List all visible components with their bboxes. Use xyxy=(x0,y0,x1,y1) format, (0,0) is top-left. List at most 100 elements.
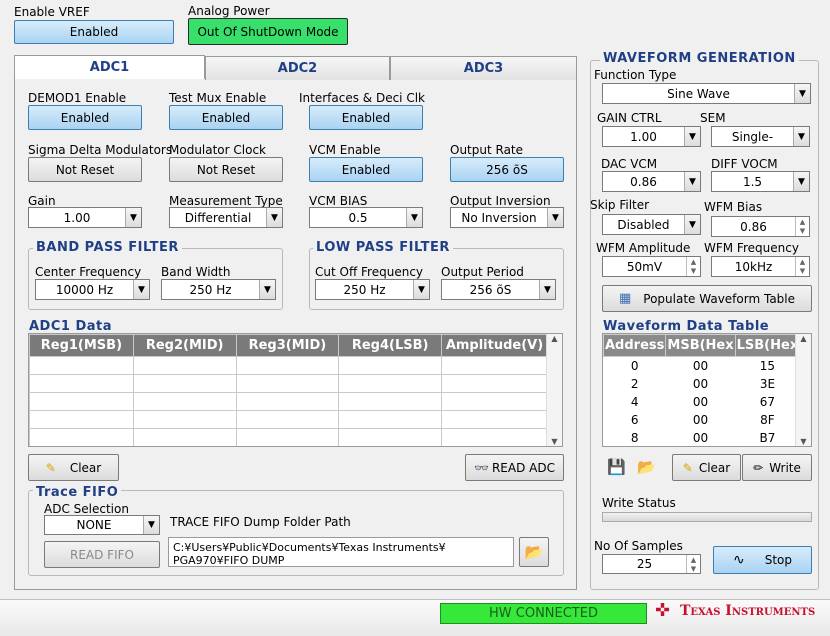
save-icon[interactable]: 💾 xyxy=(607,458,626,476)
diffvocm-label: DIFF VOCM xyxy=(711,157,778,171)
chevron-down-icon[interactable]: ▼ xyxy=(684,127,700,146)
write-button[interactable]: ✏ Write xyxy=(742,454,812,481)
read-adc-button[interactable]: 👓 READ ADC xyxy=(465,454,564,481)
adc-data-scrollbar[interactable]: ▲ ▼ xyxy=(546,334,562,446)
adc-data-grid[interactable]: Reg1(MSB) Reg2(MID) Reg3(MID) Reg4(LSB) … xyxy=(28,333,563,447)
analog-power-button[interactable]: Out Of ShutDown Mode xyxy=(188,18,348,45)
chevron-down-icon[interactable]: ▼ xyxy=(406,208,422,227)
eraser-icon: ✎ xyxy=(682,460,693,475)
vcm-button[interactable]: Enabled xyxy=(309,157,423,182)
table-row[interactable]: 0 00 15 xyxy=(603,356,800,375)
samples-value: 25 xyxy=(636,557,653,571)
col-header[interactable]: Reg1(MSB) xyxy=(29,334,134,357)
scroll-down-icon[interactable]: ▼ xyxy=(551,437,557,446)
chevron-down-icon[interactable]: ▼ xyxy=(793,172,809,191)
spin-down-icon[interactable]: ▼ xyxy=(687,564,700,573)
sem-select[interactable]: Single- ▼ xyxy=(711,126,810,147)
chevron-down-icon[interactable]: ▼ xyxy=(547,208,563,227)
amp-stepper[interactable]: 50mV ▲ ▼ xyxy=(602,256,701,277)
col-header[interactable]: Reg4(LSB) xyxy=(338,334,443,357)
chevron-down-icon[interactable]: ▼ xyxy=(794,84,810,103)
write-status-progress xyxy=(602,512,812,522)
center-freq-select[interactable]: 10000 Hz ▼ xyxy=(35,279,150,300)
read-fifo-button[interactable]: READ FIFO xyxy=(44,541,160,568)
chevron-down-icon[interactable]: ▼ xyxy=(266,208,282,227)
demod-button[interactable]: Enabled xyxy=(28,105,142,130)
wave-data-scrollbar[interactable]: ▲ ▼ xyxy=(795,334,811,446)
outinv-select[interactable]: No Inversion ▼ xyxy=(450,207,564,228)
scroll-down-icon[interactable]: ▼ xyxy=(800,437,806,446)
spin-down-icon[interactable]: ▼ xyxy=(796,267,809,277)
col-header[interactable]: LSB(Hex xyxy=(734,334,801,357)
outinv-value: No Inversion xyxy=(461,210,537,225)
spin-up-icon[interactable]: ▲ xyxy=(796,257,809,267)
table-row[interactable]: 6 00 8F xyxy=(603,410,800,429)
vref-button[interactable]: Enabled xyxy=(14,20,174,44)
vcmbias-select[interactable]: 0.5 ▼ xyxy=(309,207,423,228)
col-header[interactable]: Address xyxy=(603,334,667,357)
chevron-down-icon[interactable]: ▼ xyxy=(684,172,700,191)
chevron-down-icon[interactable]: ▼ xyxy=(413,280,429,299)
tab-adc3[interactable]: ADC3 xyxy=(390,56,577,80)
tab-adc1[interactable]: ADC1 xyxy=(14,55,205,79)
wave-data-grid[interactable]: Address MSB(Hex LSB(Hex 0 00 15 2 00 3E 4 00 6… xyxy=(602,333,812,447)
col-header[interactable]: Amplitude(V) xyxy=(441,334,548,357)
clear-wave-button[interactable]: ✎ Clear xyxy=(672,454,741,481)
period-value: 256 õS xyxy=(469,282,512,297)
dacvcm-select[interactable]: 0.86 ▼ xyxy=(602,171,701,192)
stop-button[interactable]: ∿ Stop xyxy=(713,546,812,574)
chevron-down-icon[interactable]: ▼ xyxy=(143,516,159,534)
diffvocm-select[interactable]: 1.5 ▼ xyxy=(711,171,810,192)
open-file-icon[interactable]: 📂 xyxy=(637,458,656,476)
populate-button[interactable]: ▦ Populate Waveform Table xyxy=(602,285,812,312)
chevron-down-icon[interactable]: ▼ xyxy=(125,208,141,227)
spin-up-icon[interactable]: ▲ xyxy=(687,555,700,564)
cutoff-select[interactable]: 250 Hz ▼ xyxy=(315,279,430,300)
table-row[interactable]: 4 00 67 xyxy=(603,392,800,411)
scroll-up-icon[interactable]: ▲ xyxy=(551,334,557,343)
spin-down-icon[interactable]: ▼ xyxy=(687,267,700,277)
chevron-down-icon[interactable]: ▼ xyxy=(793,127,809,146)
freq-stepper[interactable]: 10kHz ▲ ▼ xyxy=(711,256,810,277)
table-row[interactable] xyxy=(29,428,548,446)
spin-up-icon[interactable]: ▲ xyxy=(796,217,809,227)
bandwidth-select[interactable]: 250 Hz ▼ xyxy=(161,279,276,300)
testmux-button[interactable]: Enabled xyxy=(169,105,283,130)
table-row[interactable] xyxy=(29,374,548,393)
chevron-down-icon[interactable]: ▼ xyxy=(684,215,700,234)
folder-path-field[interactable]: C:¥Users¥Public¥Documents¥Texas Instrume… xyxy=(168,537,514,567)
modclk-button[interactable]: Not Reset xyxy=(169,157,283,182)
col-header[interactable]: Reg3(MID) xyxy=(235,334,340,357)
table-row[interactable] xyxy=(29,410,548,429)
bias-stepper[interactable]: 0.86 ▲ ▼ xyxy=(711,216,810,237)
interfaces-button[interactable]: Enabled xyxy=(309,105,423,130)
tab-adc2[interactable]: ADC2 xyxy=(205,56,390,80)
period-select[interactable]: 256 õS ▼ xyxy=(441,279,556,300)
col-header[interactable]: Reg2(MID) xyxy=(132,334,237,357)
col-header[interactable]: MSB(Hex xyxy=(665,334,736,357)
chevron-down-icon[interactable]: ▼ xyxy=(259,280,275,299)
adc-sel-select[interactable]: NONE ▼ xyxy=(44,515,160,535)
clear-adc-button[interactable]: ✎ Clear xyxy=(28,454,119,481)
gain-select[interactable]: 1.00 ▼ xyxy=(28,207,142,228)
table-row[interactable]: 2 00 3E xyxy=(603,374,800,393)
gainctrl-select[interactable]: 1.00 ▼ xyxy=(602,126,701,147)
table-row[interactable]: 8 00 B7 xyxy=(603,428,800,446)
samples-stepper[interactable]: 25 ▲ ▼ xyxy=(602,554,701,574)
table-row[interactable] xyxy=(29,356,548,375)
function-select[interactable]: Sine Wave ▼ xyxy=(602,83,811,104)
table-row[interactable] xyxy=(29,392,548,411)
meas-select[interactable]: Differential ▼ xyxy=(169,207,283,228)
spin-up-icon[interactable]: ▲ xyxy=(687,257,700,267)
spin-down-icon[interactable]: ▼ xyxy=(796,227,809,237)
skip-select[interactable]: Disabled ▼ xyxy=(602,214,701,235)
chevron-down-icon[interactable]: ▼ xyxy=(133,280,149,299)
vcmbias-label: VCM BIAS xyxy=(309,194,368,208)
sigma-button[interactable]: Not Reset xyxy=(28,157,142,182)
folder-label: TRACE FIFO Dump Folder Path xyxy=(170,515,351,529)
scroll-up-icon[interactable]: ▲ xyxy=(800,334,806,343)
open-folder-icon[interactable]: 📂 xyxy=(519,537,549,567)
outrate-button[interactable]: 256 õS xyxy=(450,157,564,182)
read-adc-label: READ ADC xyxy=(491,460,555,475)
chevron-down-icon[interactable]: ▼ xyxy=(539,280,555,299)
